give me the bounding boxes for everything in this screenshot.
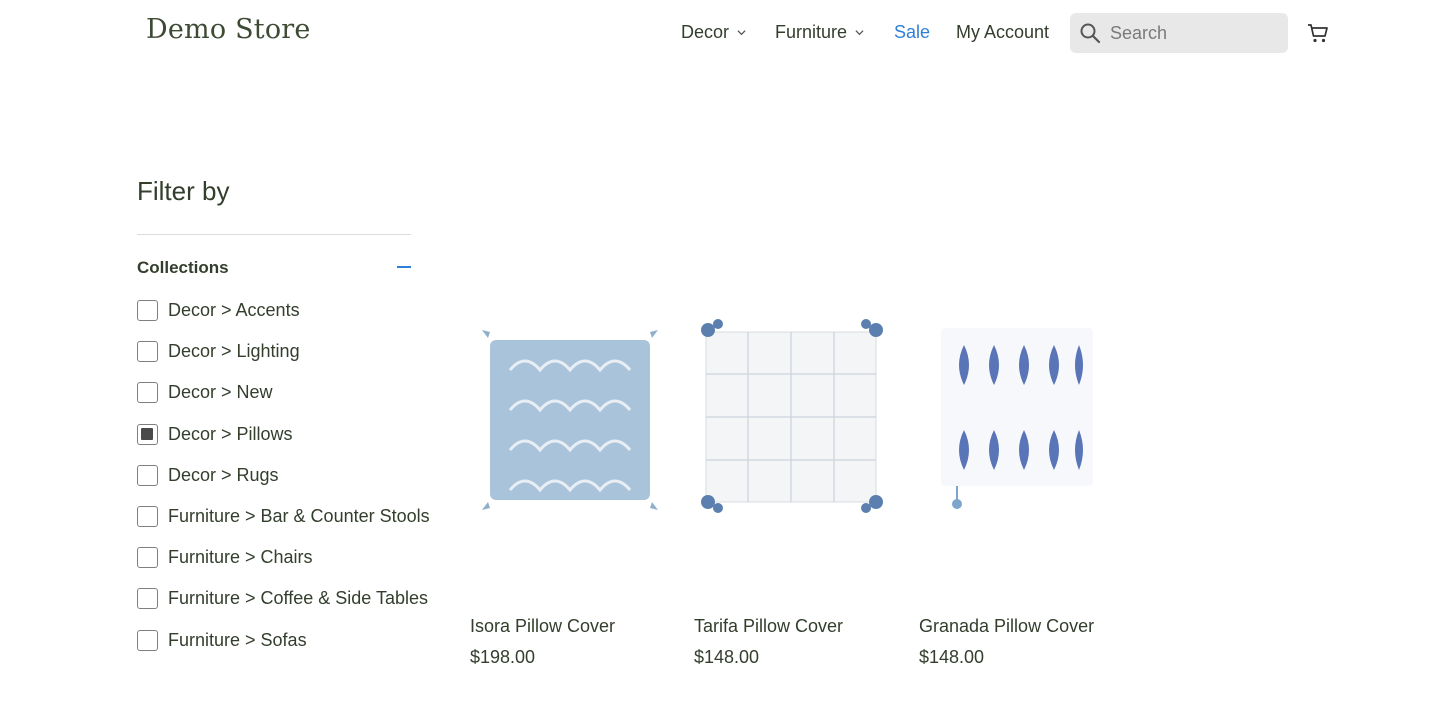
filter-label: Furniture > Sofas <box>168 629 307 650</box>
store-logo[interactable]: Demo Store <box>146 14 311 45</box>
nav-sale-label: Sale <box>894 22 931 42</box>
filter-item[interactable]: Decor > Rugs <box>137 455 430 496</box>
filter-label: Decor > Accents <box>168 300 300 321</box>
filter-label: Decor > Lighting <box>168 341 300 362</box>
product-name[interactable]: Isora Pillow Cover <box>470 616 615 637</box>
chevron-down-icon <box>737 30 746 36</box>
filter-title: Filter by <box>137 176 230 206</box>
checkbox[interactable] <box>137 506 158 528</box>
nav-decor-label: Decor <box>681 22 730 42</box>
nav-my-account[interactable]: My Account <box>956 22 1049 43</box>
filter-label: Decor > Rugs <box>168 464 279 485</box>
filter-item[interactable]: Decor > Accents <box>137 290 430 331</box>
checkbox[interactable] <box>137 300 158 322</box>
filter-item[interactable]: Decor > Lighting <box>137 331 430 372</box>
product-image[interactable] <box>919 300 1124 525</box>
checkbox[interactable] <box>137 423 158 445</box>
filter-item[interactable]: Furniture > Chairs <box>137 537 430 578</box>
nav-furniture[interactable]: Furniture <box>775 22 864 43</box>
product-card[interactable]: Granada Pillow Cover $148.00 <box>919 300 1124 667</box>
nav-my-account-label: My Account <box>956 22 1050 42</box>
collections-heading[interactable]: Collections <box>137 258 229 278</box>
checkbox[interactable] <box>137 588 158 610</box>
nav-sale[interactable]: Sale <box>894 22 930 43</box>
product-image[interactable] <box>694 300 899 525</box>
product-card[interactable]: Isora Pillow Cover $198.00 <box>470 300 675 667</box>
collections-filter-list: Decor > Accents Decor > Lighting Decor >… <box>137 290 430 661</box>
checkbox[interactable] <box>137 547 158 569</box>
product-name[interactable]: Tarifa Pillow Cover <box>694 616 843 637</box>
filter-item[interactable]: Furniture > Coffee & Side Tables <box>137 578 430 619</box>
filter-item[interactable]: Furniture > Sofas <box>137 620 430 661</box>
filter-label: Furniture > Chairs <box>168 547 313 568</box>
filter-label: Decor > New <box>168 382 273 403</box>
search-box[interactable] <box>1070 13 1288 53</box>
filter-label: Decor > Pillows <box>168 423 293 444</box>
checkbox[interactable] <box>137 629 158 651</box>
product-price: $198.00 <box>470 647 536 667</box>
nav-decor[interactable]: Decor <box>681 22 746 43</box>
filter-item[interactable]: Decor > Pillows <box>137 414 430 455</box>
nav-furniture-label: Furniture <box>775 22 848 42</box>
product-price: $148.00 <box>919 647 985 667</box>
checkbox[interactable] <box>137 464 158 486</box>
filter-label: Furniture > Bar & Counter Stools <box>168 506 430 527</box>
search-icon <box>1080 23 1101 44</box>
filter-label: Furniture > Coffee & Side Tables <box>168 588 428 609</box>
checkbox[interactable] <box>137 341 158 363</box>
product-name[interactable]: Granada Pillow Cover <box>919 616 1094 637</box>
product-price: $148.00 <box>694 647 760 667</box>
product-card[interactable]: Tarifa Pillow Cover $148.00 <box>694 300 899 667</box>
search-input[interactable] <box>1110 22 1280 44</box>
cart-icon[interactable] <box>1306 21 1330 45</box>
filter-item[interactable]: Furniture > Bar & Counter Stools <box>137 496 430 537</box>
filter-item[interactable]: Decor > New <box>137 372 430 413</box>
product-image[interactable] <box>470 300 675 525</box>
minus-icon[interactable] <box>397 266 411 268</box>
checkbox[interactable] <box>137 382 158 404</box>
chevron-down-icon <box>855 30 864 36</box>
divider <box>137 234 411 235</box>
